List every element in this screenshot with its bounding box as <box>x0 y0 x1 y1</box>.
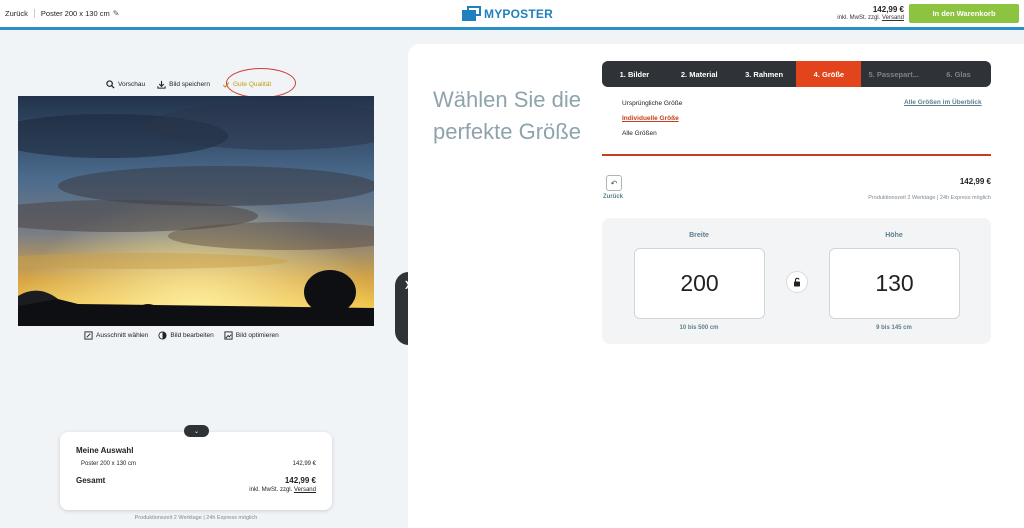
summary-total-price: 142,99 € <box>284 476 316 485</box>
preview-button[interactable]: Vorschau <box>106 80 145 89</box>
lock-open-icon <box>794 277 800 287</box>
panel-price: 142,99 € <box>959 177 991 186</box>
header-price: 142,99 € <box>872 5 904 14</box>
width-input[interactable]: 200 <box>634 248 765 319</box>
optimize-image-button[interactable]: Bild optimieren <box>224 331 279 340</box>
step-images[interactable]: 1. Bilder <box>602 61 667 87</box>
step-glass[interactable]: 6. Glas <box>926 61 991 87</box>
optimize-icon <box>224 331 233 340</box>
header-shipping-link[interactable]: Versand <box>882 15 904 21</box>
pencil-icon[interactable]: ✎ <box>113 9 120 18</box>
quality-highlight-circle <box>226 68 296 98</box>
size-option-custom[interactable]: Individuelle Größe <box>622 115 682 122</box>
add-to-cart-button[interactable]: In den Warenkorb <box>909 4 1019 23</box>
save-image-label: Bild speichern <box>169 81 210 88</box>
logo[interactable]: MYPOSTER <box>462 6 553 21</box>
dimension-inputs: Breite 200 10 bis 500 cm Höhe 130 9 bis … <box>602 218 991 344</box>
image-toolbar-bottom: Ausschnitt wählen Bild bearbeiten Bild o… <box>84 331 279 340</box>
save-image-button[interactable]: Bild speichern <box>157 80 210 89</box>
step-navigation: 1. Bilder 2. Material 3. Rahmen 4. Größe… <box>602 61 991 87</box>
summary-item-price: 142,99 € <box>292 461 316 467</box>
size-options: Ursprüngliche Größe Individuelle Größe A… <box>622 100 682 145</box>
summary-item-row: Poster 200 x 130 cm 142,99 € <box>76 461 316 467</box>
section-divider <box>602 154 991 156</box>
step-material[interactable]: 2. Material <box>667 61 732 87</box>
width-range: 10 bis 500 cm <box>679 325 719 331</box>
preview-label: Vorschau <box>118 81 146 88</box>
size-option-original[interactable]: Ursprüngliche Größe <box>622 100 682 107</box>
crop-label: Ausschnitt wählen <box>96 332 149 339</box>
summary-item-label: Poster 200 x 130 cm <box>81 461 137 467</box>
height-range: 9 bis 145 cm <box>876 325 912 331</box>
step-frame[interactable]: 3. Rahmen <box>732 61 797 87</box>
logo-text: MYPOSTER <box>484 6 553 21</box>
poster-image-preview[interactable] <box>18 96 374 326</box>
configurator-panel: Wählen Sie die perfekte Größe 1. Bilder … <box>408 44 1024 528</box>
page-title: Wählen Sie die perfekte Größe <box>433 87 581 144</box>
download-icon <box>157 80 166 89</box>
height-label: Höhe <box>885 232 903 239</box>
logo-icon <box>462 6 482 21</box>
back-link[interactable]: Zurück <box>603 194 623 200</box>
top-bar: Zurück Poster 200 x 130 cm ✎ MYPOSTER 14… <box>0 0 1024 30</box>
size-option-all[interactable]: Alle Größen <box>622 130 682 137</box>
crop-button[interactable]: Ausschnitt wählen <box>84 331 148 340</box>
height-input[interactable]: 130 <box>829 248 960 319</box>
summary-total-block: 142,99 € inkl. MwSt. zzgl. Versand <box>249 476 316 493</box>
header-price-block: 142,99 € inkl. MwSt. zzgl. Versand <box>818 5 904 21</box>
crop-icon <box>84 331 93 340</box>
summary-title: Meine Auswahl <box>76 446 134 455</box>
chevron-down-icon: ⌄ <box>193 428 200 435</box>
selection-summary: Meine Auswahl Poster 200 x 130 cm 142,99… <box>60 432 332 510</box>
summary-vat-text: inkl. MwSt. zzgl. <box>249 487 293 493</box>
edit-image-label: Bild bearbeiten <box>170 332 214 339</box>
aspect-lock-button[interactable] <box>786 271 808 293</box>
optimize-image-label: Bild optimieren <box>235 332 279 339</box>
panel-production-time: Produktionszeit 2 Werktage | 24h Express… <box>868 195 991 201</box>
header-left: Zurück Poster 200 x 130 cm ✎ <box>5 9 119 18</box>
edit-image-button[interactable]: Bild bearbeiten <box>158 331 214 340</box>
header-back-link[interactable]: Zurück <box>5 9 28 18</box>
magnifier-icon <box>106 80 115 89</box>
contrast-icon <box>158 331 167 340</box>
header-vat-text: inkl. MwSt. zzgl. <box>837 15 881 21</box>
header-vat-note: inkl. MwSt. zzgl. Versand <box>818 15 904 21</box>
header-separator <box>33 9 35 18</box>
summary-total-label: Gesamt <box>76 476 106 485</box>
undo-icon[interactable]: ↶ <box>606 175 622 191</box>
step-passepartout[interactable]: 5. Passepart... <box>861 61 926 87</box>
summary-toggle-button[interactable]: ⌄ <box>184 425 209 437</box>
summary-shipping-link[interactable]: Versand <box>294 487 316 493</box>
width-label: Breite <box>689 232 709 239</box>
summary-vat-note: inkl. MwSt. zzgl. Versand <box>249 487 316 493</box>
summary-total-row: Gesamt 142,99 € inkl. MwSt. zzgl. Versan… <box>76 476 316 493</box>
all-sizes-overview-link[interactable]: Alle Größen im Überblick <box>904 99 982 106</box>
header-product-label: Poster 200 x 130 cm <box>40 9 110 18</box>
step-size[interactable]: 4. Größe <box>796 61 862 87</box>
sunset-photo <box>18 96 374 326</box>
summary-production-time: Produktionszeit 2 Werktage | 24h Express… <box>134 515 258 521</box>
